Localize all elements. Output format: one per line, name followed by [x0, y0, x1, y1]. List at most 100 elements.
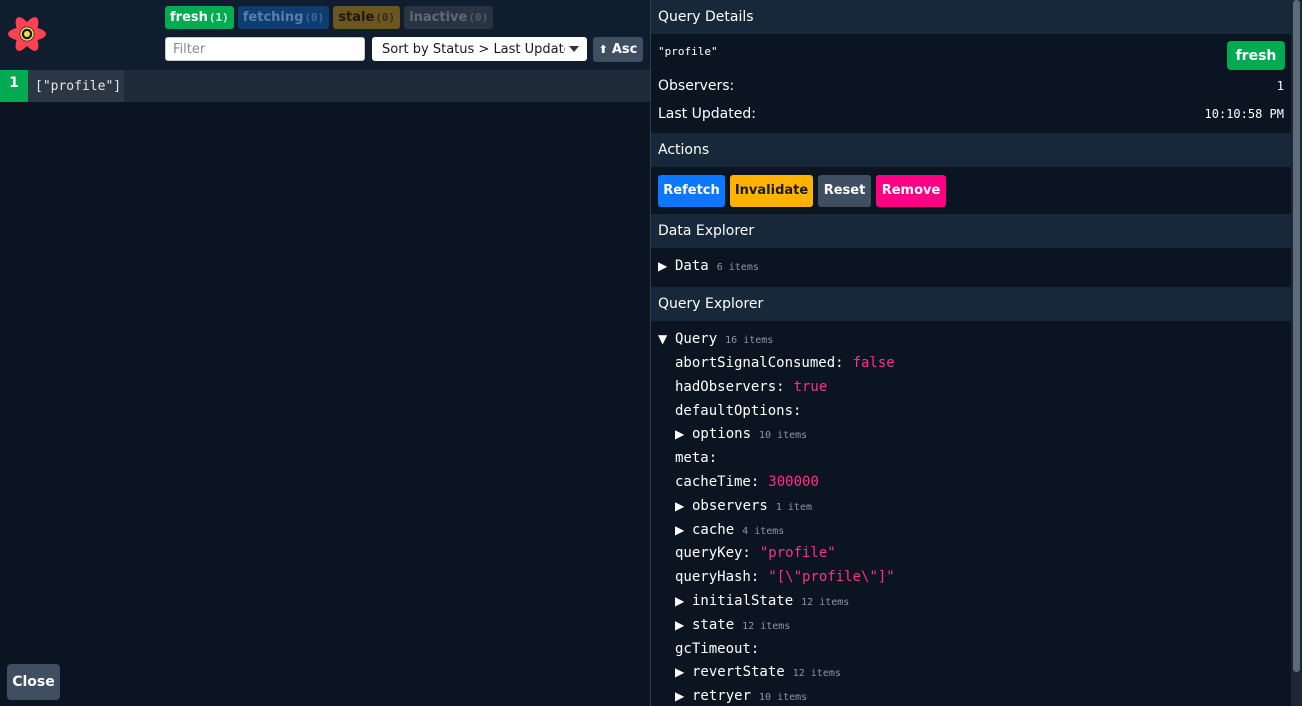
explorer-item-count: 4 items [742, 525, 785, 537]
filter-input[interactable] [165, 37, 365, 61]
remove-button[interactable]: Remove [876, 174, 946, 207]
stale-status-badge[interactable]: stale (0) [333, 6, 401, 29]
explorer-key: revertState [692, 664, 785, 681]
explorer-entry: queryHash: "[\"profile\"]" [675, 569, 895, 585]
invalidate-button[interactable]: Invalidate [730, 174, 813, 207]
explorer-key: observers [692, 497, 768, 514]
explorer-entry: queryKey: "profile" [675, 545, 836, 561]
sort-select[interactable]: Sort by Status > Last Updated [372, 37, 587, 61]
observers-value: 1 [1276, 79, 1284, 93]
triangle-right-icon: ▶ [675, 522, 685, 537]
explorer-key: Query [675, 331, 718, 347]
last-updated-label: Last Updated: [658, 106, 756, 122]
explorer-key: options [692, 426, 752, 443]
observer-count-badge: 1 [0, 70, 28, 102]
triangle-right-icon: ▶ [675, 665, 685, 680]
explorer-expandable-entry[interactable]: ▶ cache 4 items [675, 522, 784, 538]
last-updated-value: 10:10:58 PM [1204, 107, 1284, 121]
query-status-badge: fresh [1227, 41, 1285, 70]
triangle-right-icon: ▶ [675, 617, 685, 632]
explorer-key: initialState [692, 593, 794, 609]
status-badges: fresh (1) fetching (0) stale (0) inactive (0… [165, 6, 494, 29]
explorer-expandable-entry[interactable]: ▶ state 12 items [675, 617, 790, 633]
badge-count: (1) [208, 11, 229, 24]
query-explorer: ▼ Query 16 items abortSignalConsumed: fal… [651, 321, 1291, 705]
actions-section: Refetch Invalidate Reset Remove [651, 167, 1291, 214]
explorer-entry: abortSignalConsumed: false [675, 355, 895, 371]
explorer-item-count: 10 items [759, 430, 808, 442]
explorer-expandable-entry[interactable]: ▶ initialState 12 items [675, 593, 849, 609]
chevron-down-icon [569, 46, 579, 52]
explorer-item-count: 16 items [725, 335, 774, 346]
inactive-status-badge[interactable]: inactive (0) [404, 6, 494, 29]
explorer-value: "profile" [759, 545, 836, 562]
query-explorer-root[interactable]: ▼ Query 16 items [658, 331, 773, 347]
badge-count: (0) [375, 11, 396, 24]
fetching-status-badge[interactable]: fetching (0) [237, 6, 330, 29]
explorer-key: meta: [675, 450, 718, 467]
triangle-right-icon: ▶ [675, 594, 685, 608]
explorer-key: Data [675, 258, 709, 274]
explorer-expandable-entry[interactable]: ▶ retryer 10 items [675, 688, 807, 704]
badge-label: fresh [170, 10, 208, 25]
query-explorer-header: Query Explorer [651, 287, 1291, 321]
explorer-expandable-entry[interactable]: ▶ options 10 items [675, 426, 807, 442]
badge-label: fetching [242, 10, 304, 25]
explorer-expandable-entry[interactable]: ▶ revertState 12 items [675, 664, 841, 680]
explorer-key: gcTimeout: [675, 640, 760, 657]
close-button[interactable]: Close [7, 664, 60, 700]
explorer-entry: hadObservers: true [675, 379, 827, 395]
sort-direction-button[interactable]: ⬆ Asc [593, 37, 643, 62]
explorer-key: cache [692, 521, 735, 538]
query-list-toolbar: fresh (1) fetching (0) stale (0) inactive (0… [0, 0, 650, 70]
fresh-status-badge[interactable]: fresh (1) [165, 6, 234, 29]
sort-select-value: Sort by Status > Last Updated [382, 41, 565, 57]
badge-label: stale [338, 10, 375, 25]
observers-row: Observers: 1 [658, 78, 1284, 94]
explorer-key: queryHash: [675, 569, 760, 586]
triangle-right-icon: ▶ [675, 427, 685, 442]
explorer-entry: cacheTime: 300000 [675, 474, 819, 490]
badge-label: inactive [409, 10, 468, 25]
explorer-value: false [852, 355, 895, 371]
query-row[interactable]: 1 ["profile"] [0, 70, 650, 102]
data-explorer-header: Data Explorer [651, 214, 1291, 248]
triangle-right-icon: ▶ [658, 259, 668, 273]
explorer-item-count: 10 items [759, 692, 808, 704]
explorer-item-count: 6 items [716, 262, 759, 273]
explorer-key: cacheTime: [675, 474, 760, 490]
explorer-item-count: 12 items [742, 620, 791, 632]
explorer-expandable-entry[interactable]: ▶ observers 1 item [675, 498, 812, 514]
badge-count: (0) [468, 11, 489, 24]
last-updated-row: Last Updated: 10:10:58 PM [658, 106, 1284, 122]
explorer-item-count: 12 items [801, 597, 850, 608]
triangle-down-icon: ▼ [658, 332, 668, 346]
react-query-logo-icon[interactable] [7, 15, 47, 53]
explorer-entry: defaultOptions: [675, 403, 801, 419]
sort-direction-label: Asc [611, 42, 638, 57]
explorer-key: state [692, 616, 735, 633]
explorer-value: "[\"profile\"]" [768, 569, 895, 586]
triangle-right-icon: ▶ [675, 689, 685, 704]
query-details-header: Query Details [651, 0, 1291, 34]
explorer-value: true [793, 378, 828, 395]
reset-button[interactable]: Reset [818, 174, 871, 207]
query-list-panel: fresh (1) fetching (0) stale (0) inactive (0… [0, 0, 650, 706]
explorer-item-count: 12 items [792, 668, 841, 680]
data-explorer-root[interactable]: ▶ Data 6 items [658, 258, 759, 274]
refetch-button[interactable]: Refetch [658, 174, 725, 207]
explorer-value: 300000 [768, 474, 819, 490]
explorer-entry: gcTimeout: [675, 641, 759, 657]
explorer-entry: meta: [675, 450, 717, 466]
query-hash: "profile" [658, 45, 718, 58]
explorer-key: defaultOptions: [675, 402, 802, 419]
query-details-panel: Query Details "profile" fresh Observers:… [651, 0, 1291, 706]
observers-label: Observers: [658, 78, 735, 94]
details-scrollbar-thumb[interactable] [1293, 0, 1300, 672]
query-key: ["profile"] [28, 70, 124, 102]
query-details-section: "profile" fresh Observers: 1 Last Update… [651, 34, 1291, 133]
actions-header: Actions [651, 133, 1291, 167]
arrow-up-icon: ⬆ [598, 43, 608, 56]
data-explorer: ▶ Data 6 items [651, 248, 1291, 287]
explorer-key: retryer [692, 688, 752, 705]
